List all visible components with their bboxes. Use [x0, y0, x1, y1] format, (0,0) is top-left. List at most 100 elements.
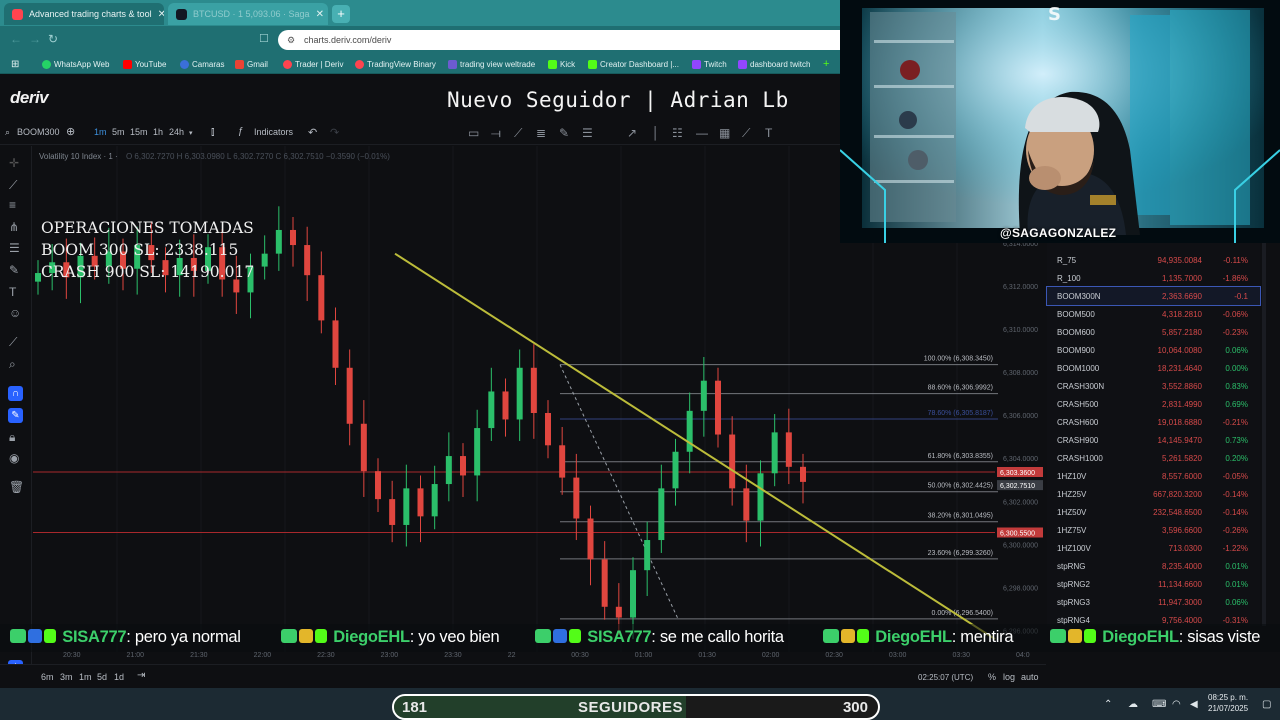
keyboard-icon[interactable]: ⌨ [1152, 699, 1166, 710]
crosshair-icon[interactable]: ✛ [9, 156, 19, 170]
tab-tradingview[interactable]: BTCUSD · 1 5,093.06 · Saga ✕ [168, 3, 328, 25]
watchlist-row[interactable]: CRASH500 2,831.4990 0.69% [1047, 395, 1260, 413]
watchlist-row[interactable]: stpRNG 8,235.4000 0.01% [1047, 557, 1260, 575]
watchlist-row[interactable]: stpRNG2 11,134.6600 0.01% [1047, 575, 1260, 593]
time-axis[interactable]: 20:30 21:00 21:30 22:00 22:30 23:00 23:30 22 00:… [33, 652, 1046, 664]
chevron-up-icon[interactable]: ⌃ [1104, 699, 1112, 710]
channel-tool-icon[interactable]: ≣ [536, 126, 546, 140]
bookmark-tradingview-binary[interactable]: TradingView Binary [355, 57, 436, 71]
bookmark-dashboard-twitch[interactable]: dashboard twitch [738, 57, 810, 71]
watchlist-row[interactable]: 1HZ100V 713.0300 -1.22% [1047, 539, 1260, 557]
notification-icon[interactable]: ▢ [1262, 699, 1271, 710]
brush-tool-icon[interactable]: ✎ [559, 126, 569, 140]
address-bar[interactable]: ⚙ charts.deriv.com/deriv [278, 30, 840, 50]
lock-icon[interactable]: 🔒︎ [9, 430, 15, 445]
timeframe-1h[interactable]: 1h [153, 127, 163, 137]
watchlist-row[interactable]: CRASH1000 5,261.5820 0.20% [1047, 449, 1260, 467]
date-range-icon[interactable]: ⇥ [137, 670, 145, 681]
watchlist-row[interactable]: BOOM600 5,857.2180 -0.23% [1047, 323, 1260, 341]
indicators-icon[interactable]: ƒ [238, 126, 244, 137]
bookmark-star-icon[interactable]: ☐ [259, 32, 269, 45]
watchlist-row[interactable]: R_75 94,935.0084 -0.11% [1047, 251, 1260, 269]
bookmark-creator-dashboard[interactable]: Creator Dashboard |... [588, 57, 679, 71]
candle-type-icon[interactable]: ⫾ [211, 126, 215, 139]
tab-deriv-charts[interactable]: Advanced trading charts & tool ✕ [4, 3, 164, 25]
watchlist-row[interactable]: stpRNG3 11,947.3000 0.06% [1047, 593, 1260, 611]
range-1d[interactable]: 1d [114, 672, 124, 682]
undo-icon[interactable]: ↶ [308, 126, 317, 139]
watchlist-scrollbar[interactable] [1262, 243, 1266, 626]
auto-scale-button[interactable]: auto [1021, 672, 1039, 682]
watchlist-row[interactable]: CRASH600 19,018.6880 -0.21% [1047, 413, 1260, 431]
fib-icon[interactable]: ☰ [9, 241, 20, 255]
redo-icon[interactable]: ↷ [330, 126, 339, 139]
range-6m[interactable]: 6m [41, 672, 54, 682]
magnet-icon[interactable]: ∩ [8, 386, 23, 401]
vertical-line-icon[interactable]: │ [652, 126, 660, 140]
chevron-down-icon[interactable]: ▾ [189, 129, 193, 137]
trash-icon[interactable]: 🗑︎ [9, 480, 24, 494]
line-tool-icon[interactable]: ⟋ [742, 126, 750, 141]
more-bookmarks-icon[interactable]: + [823, 57, 829, 71]
watchlist-row[interactable]: CRASH300N 3,552.8860 0.83% [1047, 377, 1260, 395]
volume-icon[interactable]: ◀︎ [1190, 699, 1198, 710]
close-icon[interactable]: ✕ [158, 9, 164, 20]
ruler-icon[interactable]: ⟋ [9, 335, 17, 350]
bookmark-gmail[interactable]: Gmail [235, 57, 268, 71]
timeframe-24h[interactable]: 24h [169, 127, 184, 137]
compare-add-icon[interactable]: ⊕ [66, 125, 75, 138]
range-1m[interactable]: 1m [79, 672, 92, 682]
rectangle-tool-icon[interactable]: ▭ [468, 126, 479, 140]
log-scale-button[interactable]: log [1003, 672, 1015, 682]
watchlist-row[interactable]: BOOM1000 18,231.4640 0.00% [1047, 359, 1260, 377]
range-3m[interactable]: 3m [60, 672, 73, 682]
watchlist-row[interactable]: CRASH900 14,145.9470 0.73% [1047, 431, 1260, 449]
timeframe-1m[interactable]: 1m [94, 127, 107, 137]
bookmark-trader-deriv[interactable]: Trader | Deriv [283, 57, 343, 71]
bookmark-twitch[interactable]: Twitch [692, 57, 727, 71]
close-icon[interactable]: ✕ [316, 9, 324, 20]
fibonacci-tool-icon[interactable]: ☰ [582, 126, 593, 140]
indicators-button[interactable]: Indicators [254, 127, 293, 137]
brush-icon[interactable]: ✎ [9, 263, 19, 277]
watchlist-row[interactable]: 1HZ75V 3,596.6600 -0.26% [1047, 521, 1260, 539]
utc-clock[interactable]: 02:25:07 (UTC) [918, 673, 973, 682]
wifi-icon[interactable]: ◠ [1172, 699, 1181, 710]
eye-icon[interactable]: ◉ [9, 451, 19, 465]
ray-tool-icon[interactable]: ↗ [627, 126, 637, 140]
symbol-search[interactable]: BOOM300 [17, 127, 60, 137]
watchlist-row[interactable]: BOOM900 10,064.0080 0.06% [1047, 341, 1260, 359]
reload-icon[interactable]: ↻ [48, 32, 58, 46]
grid-tool-icon[interactable]: ▦ [719, 126, 730, 140]
trendline-icon[interactable]: ⟋ [9, 178, 17, 193]
watchlist-row[interactable]: R_100 1,135.7000 -1.86% [1047, 269, 1260, 287]
back-arrow-icon[interactable]: ← [10, 32, 22, 46]
search-icon[interactable]: ⌕ [5, 127, 10, 138]
bookmark-youtube[interactable]: YouTube [123, 57, 166, 71]
stay-drawing-icon[interactable]: ✎ [8, 408, 23, 423]
range-5d[interactable]: 5d [97, 672, 107, 682]
apps-grid-icon[interactable]: ⊞ [11, 57, 19, 71]
horizontal-ray-icon[interactable]: ⟞ [491, 126, 501, 141]
site-info-icon[interactable]: ⚙ [287, 35, 295, 45]
channel-icon[interactable]: ≡ [9, 198, 16, 212]
bookmark-kick[interactable]: Kick [548, 57, 575, 71]
watchlist-row[interactable]: 1HZ50V 232,548.6500 -0.14% [1047, 503, 1260, 521]
deriv-logo[interactable]: deriv [10, 88, 49, 108]
watchlist-row[interactable]: BOOM500 4,318.2810 -0.06% [1047, 305, 1260, 323]
forward-arrow-icon[interactable]: → [29, 32, 41, 46]
bookmark-tradingview-weltrade[interactable]: trading view weltrade [448, 57, 535, 71]
watchlist-row[interactable]: 1HZ25V 667,820.3200 -0.14% [1047, 485, 1260, 503]
fib-levels-icon[interactable]: ☷ [672, 126, 683, 140]
text-icon[interactable]: T [9, 285, 16, 299]
system-clock[interactable]: 08:25 p. m. 21/07/2025 [1208, 692, 1248, 714]
timeframe-15m[interactable]: 15m [130, 127, 148, 137]
bookmark-camaras[interactable]: Camaras [180, 57, 224, 71]
trendline-tool-icon[interactable]: ⟋ [514, 126, 522, 141]
text-tool-icon[interactable]: T [765, 126, 772, 140]
new-tab-button[interactable]: + [332, 5, 350, 23]
pitchfork-icon[interactable]: ⋔ [9, 220, 19, 234]
percent-scale-button[interactable]: % [988, 672, 996, 682]
watchlist-row[interactable]: 1HZ10V 8,557.6000 -0.05% [1047, 467, 1260, 485]
emoji-icon[interactable]: ☺ [9, 306, 21, 320]
